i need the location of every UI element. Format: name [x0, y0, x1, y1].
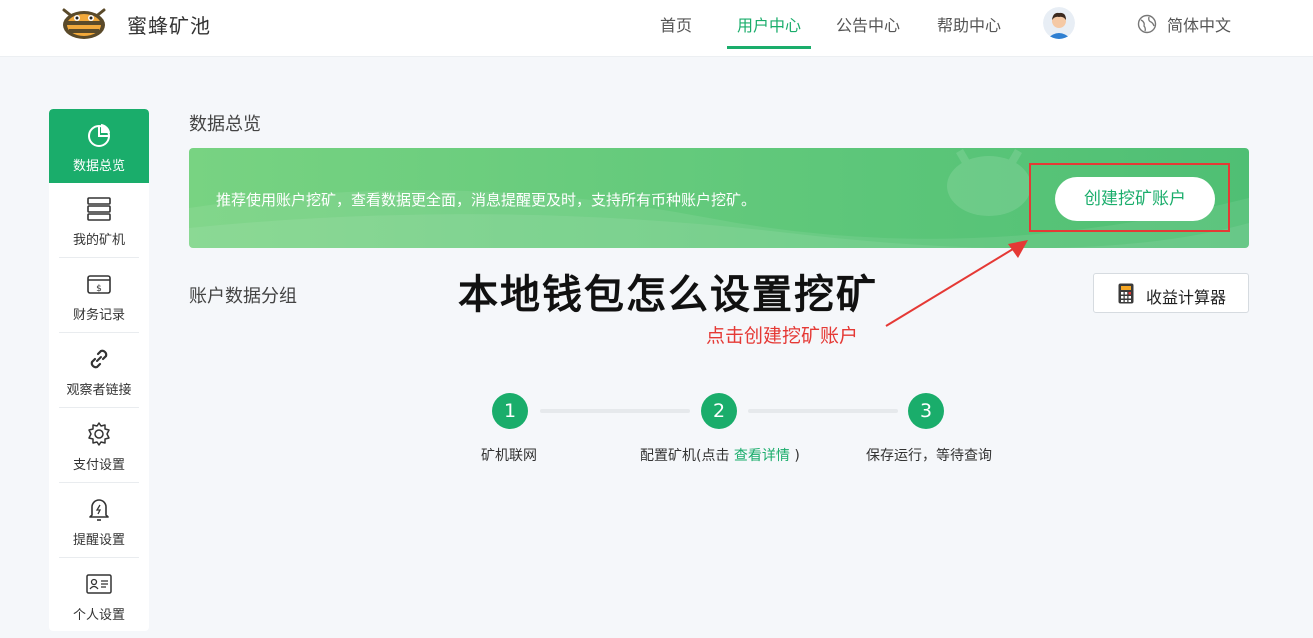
gear-icon: [88, 422, 110, 446]
nav-help[interactable]: 帮助中心: [937, 12, 1001, 36]
step-2-label: 配置矿机(点击 查看详情 ): [640, 445, 800, 465]
earnings-calculator-label: 收益计算器: [1146, 288, 1227, 307]
page-title: 数据总览: [189, 114, 261, 135]
sidebar-item-finance[interactable]: $ 财务记录: [49, 258, 149, 333]
link-icon: [90, 349, 108, 369]
pie-chart-icon: [88, 124, 110, 147]
language-selector[interactable]: 简体中文: [1167, 12, 1231, 36]
sidebar-item-label: 财务记录: [72, 308, 125, 323]
annotation-arrow-icon: [885, 240, 1028, 327]
step-1-label: 矿机联网: [481, 448, 537, 464]
sidebar-item-label: 提醒设置: [72, 533, 125, 548]
sidebar-item-payment-settings[interactable]: 支付设置: [49, 408, 149, 483]
nav-active-indicator: [727, 46, 811, 49]
nav-home[interactable]: 首页: [660, 12, 692, 36]
sidebar-item-label: 支付设置: [72, 458, 125, 473]
avatar[interactable]: [1043, 7, 1075, 39]
bee-logo-icon[interactable]: [58, 4, 110, 42]
account-group-title: 账户数据分组: [189, 286, 297, 307]
annotation-hint: 点击创建挖矿账户: [706, 325, 859, 347]
id-card-icon: [86, 574, 112, 594]
server-icon: [87, 197, 111, 221]
earnings-calculator-button[interactable]: 收益计算器: [1093, 273, 1249, 313]
sidebar-item-overview[interactable]: 数据总览: [49, 109, 149, 183]
step-2-label-suffix: ): [789, 448, 800, 464]
overlay-title: 本地钱包怎么设置挖矿: [458, 272, 878, 318]
sidebar: 数据总览 我的矿机 $ 财务记录 观察者链接 支付设置 提醒设置 个人设置: [49, 109, 149, 631]
sidebar-item-label: 观察者链接: [66, 383, 132, 398]
globe-icon[interactable]: [1137, 14, 1157, 34]
sidebar-item-label: 我的矿机: [72, 233, 125, 248]
sidebar-item-label: 个人设置: [72, 608, 125, 623]
step-2-label-prefix: 配置矿机(点击: [640, 448, 734, 464]
svg-text:$: $: [96, 284, 102, 294]
top-header: 蜜蜂矿池 首页 用户中心 公告中心 帮助中心 简体中文: [0, 0, 1313, 57]
nav-announcements[interactable]: 公告中心: [836, 12, 900, 36]
sidebar-item-my-miners[interactable]: 我的矿机: [49, 183, 149, 258]
step-2-badge: 2: [701, 393, 737, 429]
sidebar-item-label: 数据总览: [72, 159, 125, 174]
step-connector: [748, 409, 898, 413]
sidebar-item-profile[interactable]: 个人设置: [49, 558, 149, 631]
step-connector: [540, 409, 690, 413]
brand-name[interactable]: 蜜蜂矿池: [127, 10, 211, 39]
step-3-label: 保存运行，等待查询: [866, 448, 992, 464]
calculator-icon: [1118, 283, 1134, 304]
sidebar-item-observer-link[interactable]: 观察者链接: [49, 333, 149, 408]
view-details-link[interactable]: 查看详情: [734, 448, 790, 464]
wallet-icon: $: [87, 275, 111, 294]
annotation-highlight-box: [1029, 163, 1230, 232]
nav-user-center[interactable]: 用户中心: [737, 12, 801, 36]
bell-icon: [89, 499, 109, 521]
banner-message: 推荐使用账户挖矿，查看数据更全面，消息提醒更及时，支持所有币种账户挖矿。: [216, 191, 757, 209]
step-3-badge: 3: [908, 393, 944, 429]
step-1-badge: 1: [492, 393, 528, 429]
sidebar-item-alert-settings[interactable]: 提醒设置: [49, 483, 149, 558]
